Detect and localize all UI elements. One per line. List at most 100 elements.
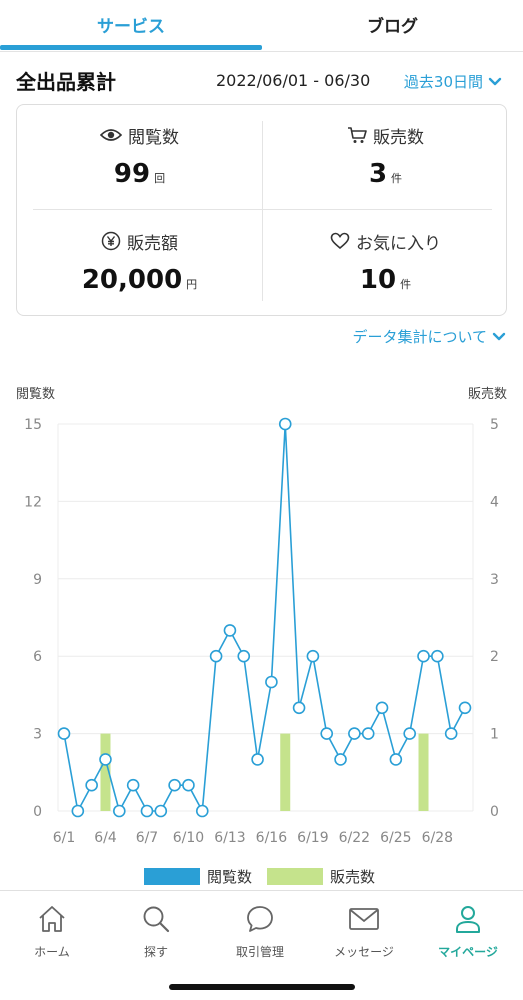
views-point: [306, 649, 320, 663]
stat-views-label: 閲覧数: [128, 127, 179, 148]
views-point: [154, 804, 168, 818]
tab-blog-label: ブログ: [367, 16, 418, 37]
period-text: 2022/06/01 - 06/30: [216, 71, 371, 90]
stat-sales-count-label: 販売数: [373, 127, 424, 148]
stats-chart: 閲覧数 販売数 0 0 3 1 6 2 9 3 12 4 15 5 6/1 6/4 6/7 6/10 6/13 6…: [0, 380, 523, 890]
nav-messages-label: メッセージ: [334, 945, 394, 959]
views-point: [126, 778, 140, 792]
nav-transactions[interactable]: 取引管理: [208, 903, 312, 960]
heart-icon: [330, 232, 350, 250]
views-point: [195, 804, 209, 818]
chart-svg: 閲覧数 販売数 0 0 3 1 6 2 9 3 12 4 15 5 6/1 6/4 6/7 6/10 6/13 6…: [16, 386, 507, 886]
about-data-label: データ集計について: [352, 328, 487, 346]
stat-sales-amount: 販売額 20,000 円: [17, 229, 262, 295]
x-tick: 6/13: [214, 830, 245, 846]
person-icon: [456, 906, 480, 933]
y-left-tick: 15: [24, 417, 42, 433]
summary-header: 全出品累計 2022/06/01 - 06/30 過去30日間: [16, 66, 507, 96]
yen-icon: [101, 231, 121, 251]
views-point: [361, 727, 375, 740]
stat-sales-count: 販売数 3件: [263, 123, 508, 189]
tab-service[interactable]: サービス: [0, 0, 262, 48]
nav-search[interactable]: 探す: [104, 903, 208, 960]
legend-swatch-views: [144, 868, 200, 885]
y-right-tick: 4: [490, 494, 499, 510]
stat-favorites-value: 10: [359, 265, 397, 295]
nav-home[interactable]: ホーム: [0, 903, 104, 960]
views-point: [57, 727, 71, 740]
x-tick: 6/19: [297, 830, 328, 846]
x-tick: 6/4: [94, 830, 117, 846]
y-left-tick: 3: [33, 727, 42, 743]
views-point: [71, 804, 85, 818]
mail-icon: [349, 908, 379, 930]
nav-messages[interactable]: メッセージ: [312, 903, 416, 960]
nav-mypage[interactable]: マイページ: [416, 903, 520, 960]
stats-card: 閲覧数 99 回 販売数 3件 販売額 20,000 円 お気に入り 10 件: [16, 104, 507, 316]
active-tab-indicator: [0, 45, 262, 50]
y-right-tick: 1: [490, 727, 499, 743]
views-point: [417, 649, 430, 663]
x-tick: 6/25: [380, 830, 411, 846]
views-line: [63, 423, 466, 814]
range-select[interactable]: 過去30日間: [404, 71, 503, 92]
tab-service-label: サービス: [97, 16, 165, 37]
stat-sales-amount-unit: 円: [186, 278, 198, 291]
views-point: [458, 701, 472, 715]
views-point: [292, 701, 306, 715]
x-tick: 6/22: [339, 830, 370, 846]
stat-sales-amount-value: 20,000: [81, 265, 183, 295]
home-icon: [39, 906, 65, 932]
views-point: [265, 675, 278, 689]
views-point: [320, 727, 334, 740]
cart-icon: [348, 127, 367, 143]
y-right-tick: 0: [490, 804, 499, 820]
views-point: [168, 778, 181, 792]
y-right-label: 販売数: [468, 386, 507, 402]
views-point: [209, 649, 223, 663]
stat-views-value: 99: [113, 159, 151, 189]
views-point: [431, 649, 444, 663]
views-point: [113, 804, 126, 818]
summary-title: 全出品累計: [16, 70, 116, 94]
eye-icon: [100, 129, 122, 141]
nav-search-label: 探す: [143, 945, 168, 959]
x-tick: 6/28: [422, 830, 453, 846]
views-point: [237, 649, 251, 663]
y-right-tick: 3: [490, 572, 499, 588]
y-left-tick: 0: [33, 804, 42, 820]
views-point: [348, 727, 361, 740]
views-point: [444, 727, 458, 740]
stat-views-unit: 回: [154, 172, 166, 185]
search-icon: [143, 906, 170, 933]
y-left-tick: 12: [24, 494, 42, 510]
nav-mypage-label: マイページ: [438, 945, 498, 959]
y-left-tick: 9: [33, 572, 42, 588]
stat-favorites: お気に入り 10 件: [263, 229, 508, 295]
sales-bar: [418, 733, 429, 811]
views-point: [375, 701, 389, 715]
stat-sales-count-unit: 件: [391, 172, 403, 185]
x-tick: 6/7: [136, 830, 159, 846]
about-data-link[interactable]: データ集計について: [352, 326, 507, 347]
stat-views: 閲覧数 99 回: [17, 123, 262, 189]
views-point: [85, 778, 98, 792]
views-point: [251, 753, 264, 766]
tab-blog[interactable]: ブログ: [262, 0, 523, 48]
views-point: [140, 804, 154, 818]
stat-favorites-label: お気に入り: [356, 233, 441, 254]
y-left-label: 閲覧数: [16, 386, 55, 402]
stat-sales-amount-label: 販売額: [127, 233, 178, 254]
nav-transactions-label: 取引管理: [235, 945, 284, 959]
top-tabs: サービス ブログ: [0, 0, 523, 52]
legend-label-views: 閲覧数: [207, 868, 252, 886]
range-select-label: 過去30日間: [403, 73, 483, 91]
chat-bubble-icon: [247, 906, 273, 932]
stat-favorites-unit: 件: [400, 278, 412, 291]
chevron-down-icon: [492, 332, 506, 340]
views-point: [223, 624, 237, 637]
x-tick: 6/1: [53, 830, 76, 846]
sales-bar: [280, 733, 291, 811]
views-point: [99, 753, 112, 766]
y-left-tick: 6: [33, 649, 42, 665]
